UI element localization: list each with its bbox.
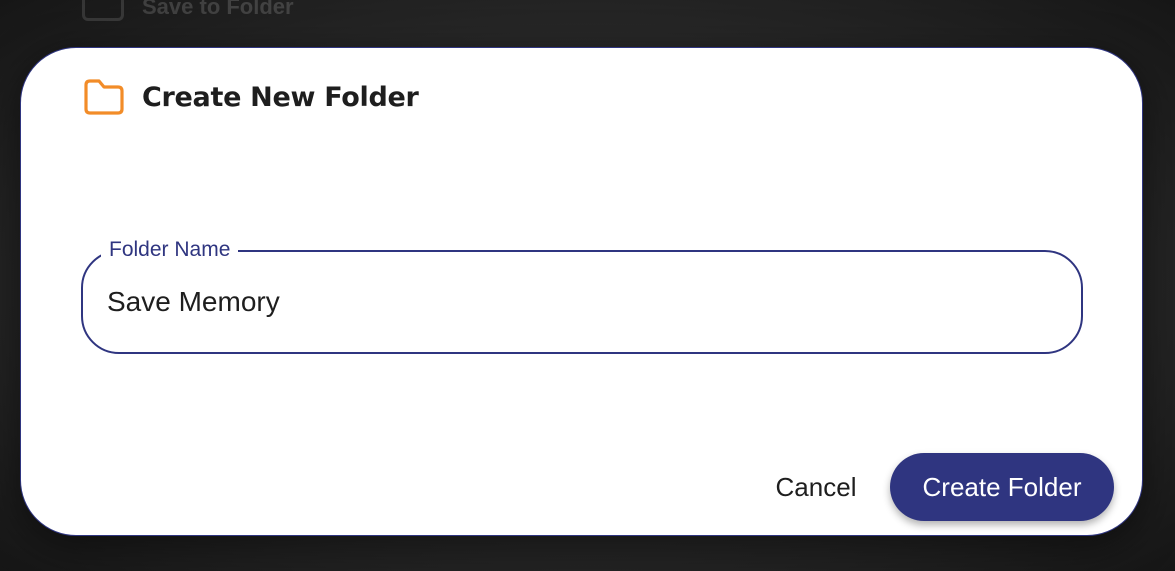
create-folder-dialog: Create New Folder Folder Name Cancel Cre…	[20, 47, 1143, 536]
background-menu-item: Save to Folder	[82, 0, 294, 24]
folder-name-field[interactable]: Folder Name	[81, 237, 1083, 354]
create-folder-button[interactable]: Create Folder	[890, 453, 1114, 521]
folder-icon	[84, 79, 124, 115]
folder-name-label: Folder Name	[101, 237, 239, 263]
folder-name-input[interactable]	[107, 282, 1047, 322]
cancel-button[interactable]: Cancel	[761, 466, 871, 508]
dialog-title: Create New Folder	[142, 81, 419, 113]
dialog-header: Create New Folder	[82, 78, 419, 116]
background-folder-icon	[82, 0, 124, 21]
background-menu-label: Save to Folder	[142, 0, 294, 19]
